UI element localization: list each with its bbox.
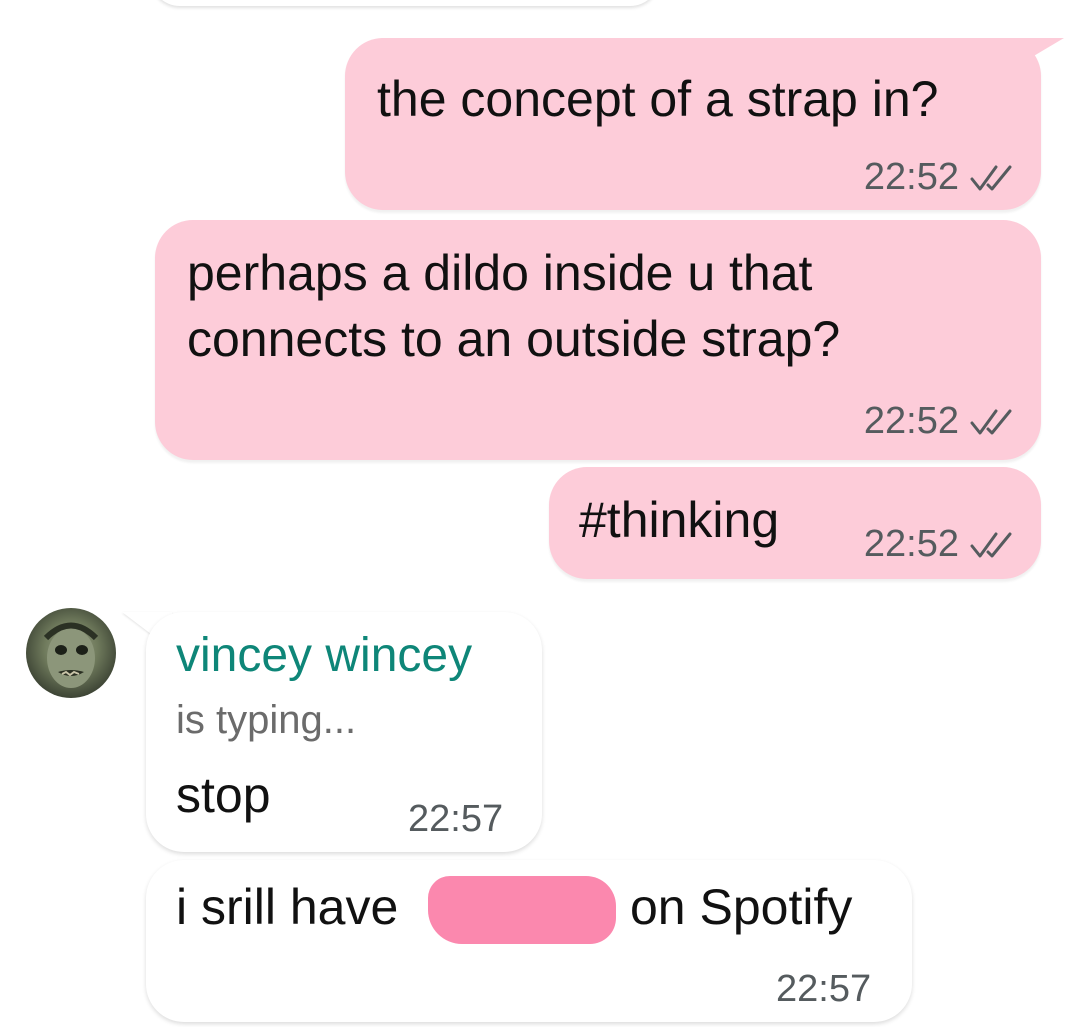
message-time: 22:57 bbox=[776, 968, 872, 1010]
message-text: stop bbox=[176, 767, 271, 823]
message-text-before: i srill have bbox=[176, 879, 399, 935]
message-text-after: on Spotify bbox=[630, 879, 853, 935]
sender-name[interactable]: vincey wincey bbox=[176, 628, 472, 683]
chat-area: the concept of a strap in? 22:52 perhaps… bbox=[0, 0, 1080, 1027]
message-meta: 22:52 bbox=[864, 156, 1015, 199]
double-check-icon bbox=[970, 409, 1012, 434]
typing-indicator: is typing... bbox=[176, 698, 357, 742]
message-text-line: perhaps a dildo inside u that bbox=[187, 245, 813, 301]
double-check-icon bbox=[970, 165, 1012, 190]
message-meta: 22:52 bbox=[864, 400, 1015, 443]
outgoing-message-bubble[interactable]: perhaps a dildo inside u that connects t… bbox=[155, 220, 1041, 460]
message-time: 22:52 bbox=[863, 400, 959, 442]
face-icon bbox=[43, 622, 99, 688]
message-text: the concept of a strap in? bbox=[377, 71, 939, 127]
message-time: 22:57 bbox=[408, 798, 504, 840]
message-meta: 22:52 bbox=[864, 523, 1015, 566]
previous-message-bubble[interactable] bbox=[150, 0, 660, 6]
message-text-line: connects to an outside strap? bbox=[187, 311, 841, 367]
sender-avatar[interactable] bbox=[26, 608, 116, 698]
outgoing-message-bubble[interactable]: the concept of a strap in? 22:52 bbox=[345, 38, 1041, 210]
message-text: #thinking bbox=[579, 492, 780, 548]
message-time: 22:52 bbox=[863, 523, 959, 565]
outgoing-message-bubble[interactable]: #thinking 22:52 bbox=[549, 467, 1041, 579]
redaction-mark bbox=[428, 876, 616, 944]
double-check-icon bbox=[970, 532, 1012, 557]
message-time: 22:52 bbox=[863, 156, 959, 198]
